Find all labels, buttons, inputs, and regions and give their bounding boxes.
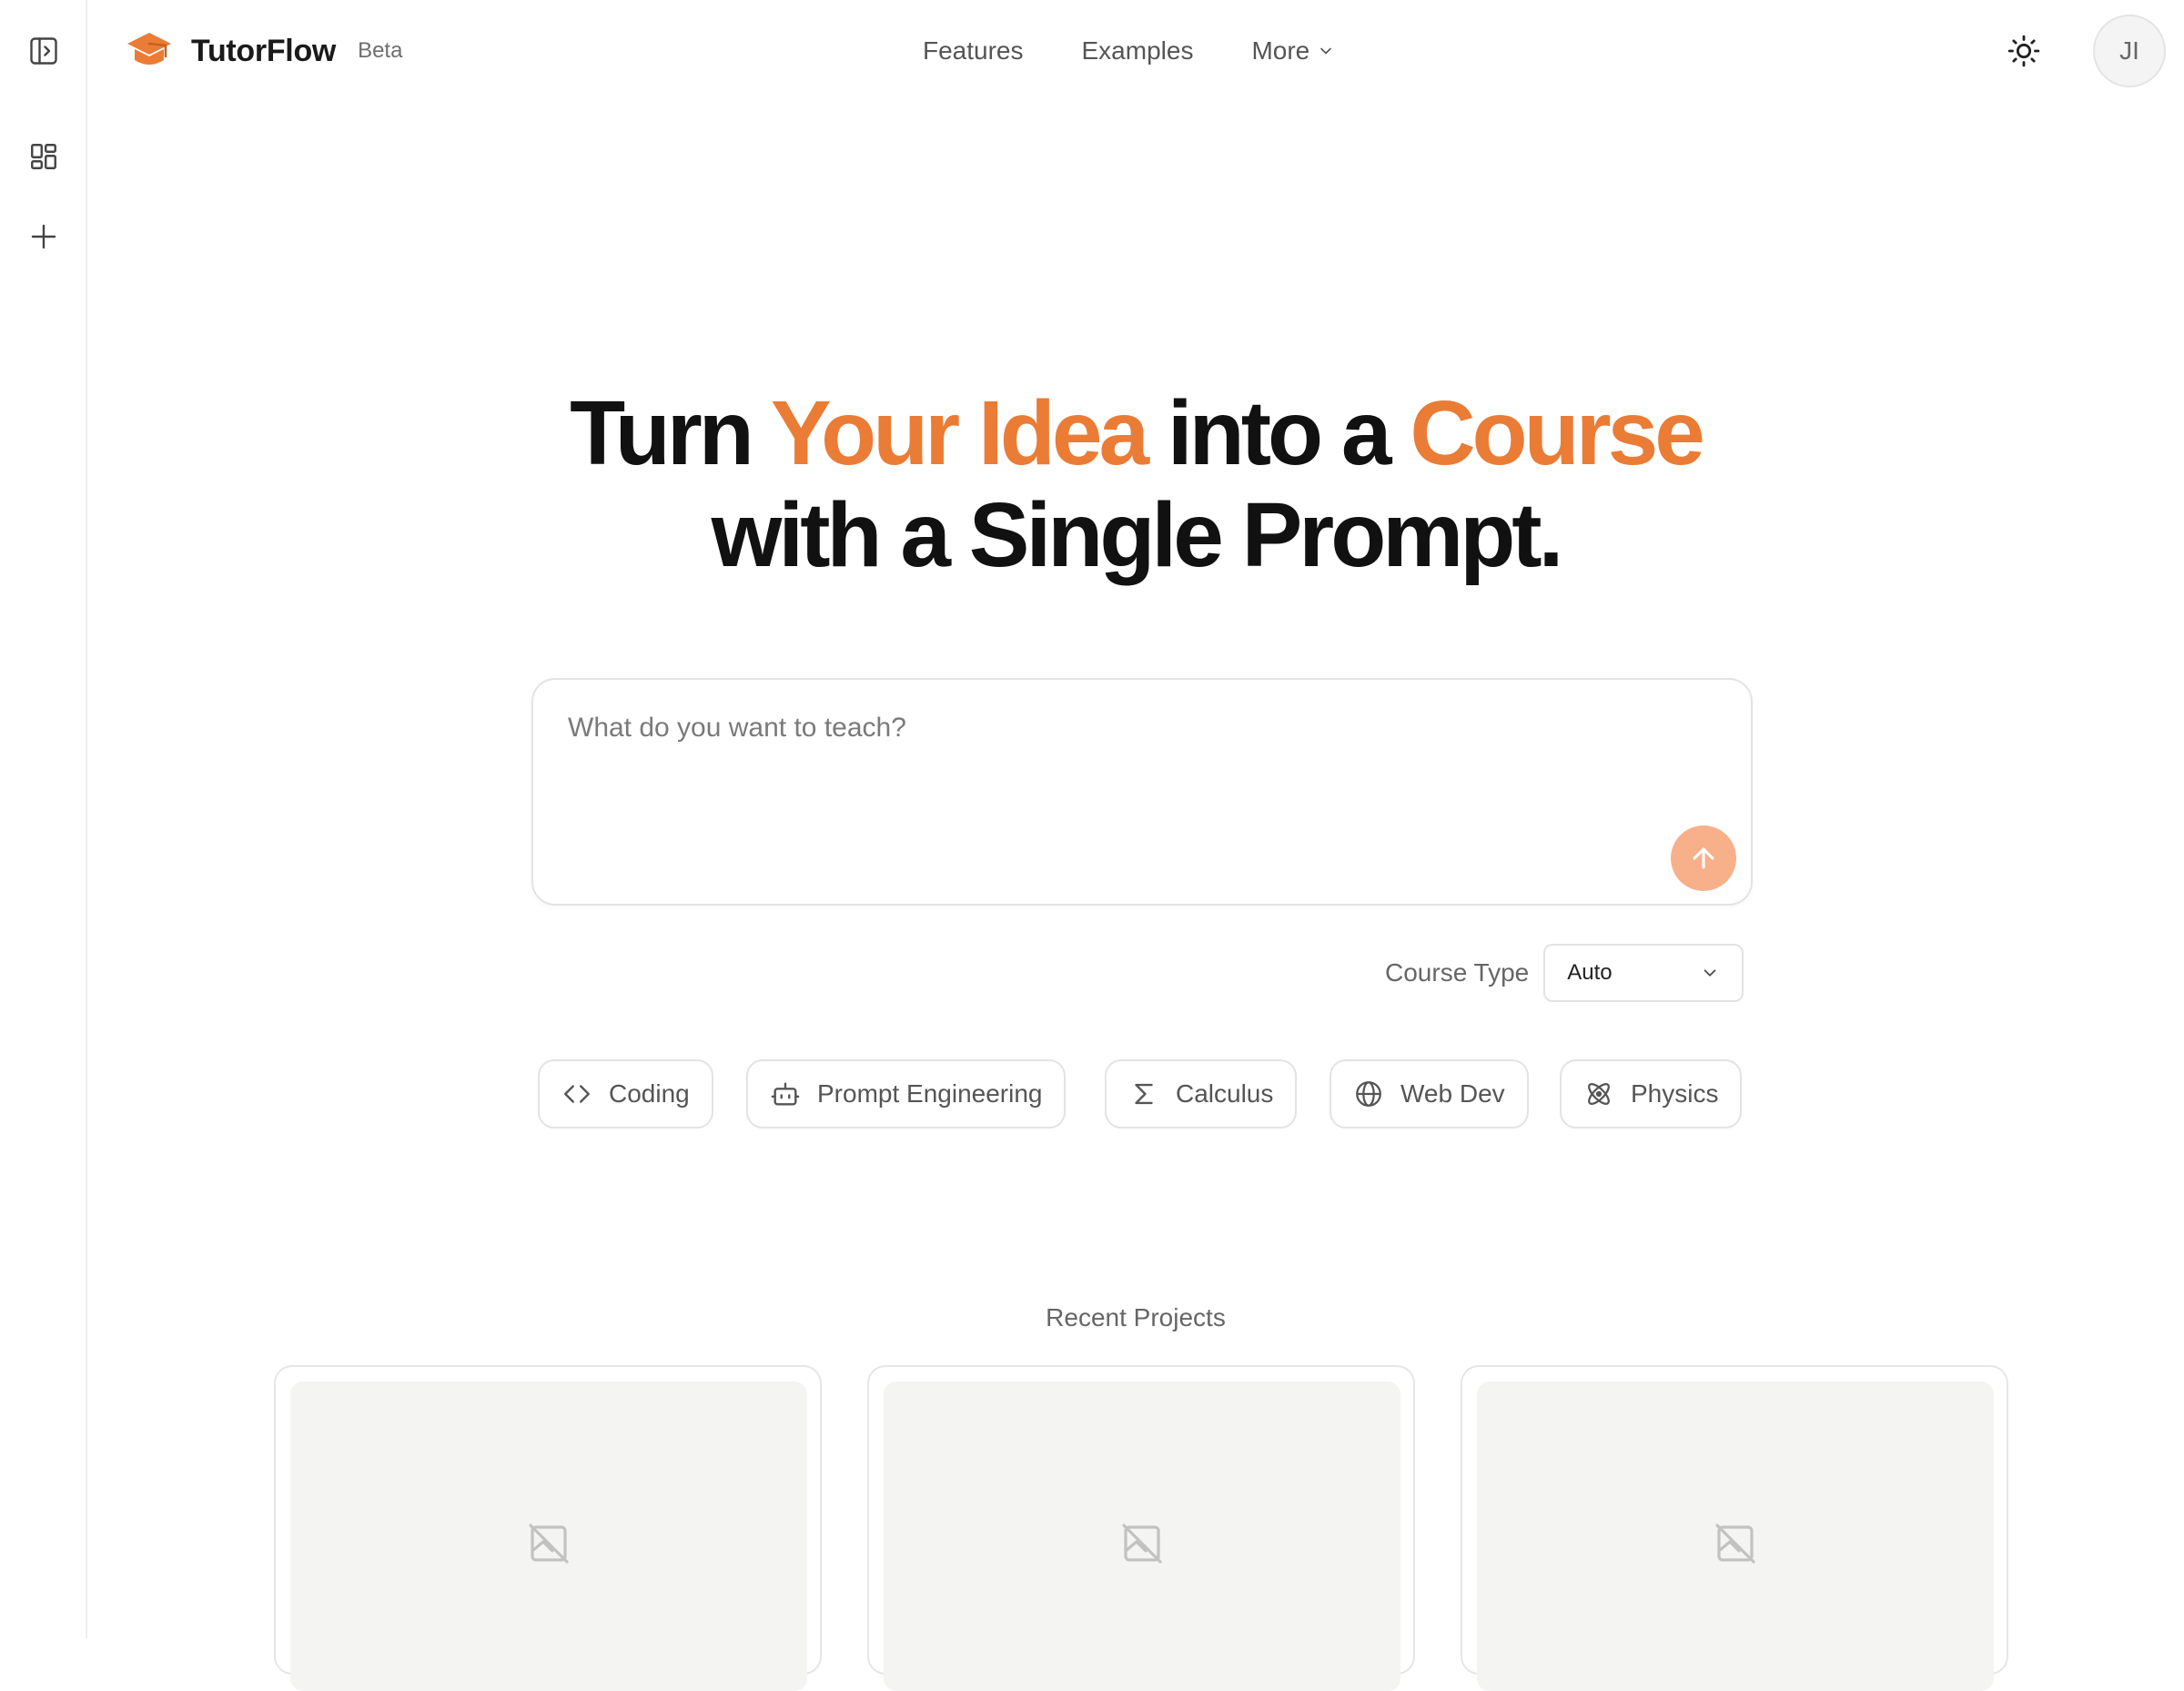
globe-icon	[1356, 1081, 1381, 1107]
prompt-input[interactable]	[568, 713, 1678, 831]
image-off-icon	[1715, 1524, 1755, 1564]
course-type-row: Course Type Auto	[1385, 944, 1744, 1002]
beta-badge: Beta	[358, 38, 403, 63]
left-rail	[0, 0, 87, 1638]
new-project-button[interactable]	[22, 215, 66, 258]
suggestion-chips: Coding Prompt Engineering Calculus Web D…	[0, 1059, 2184, 1129]
user-avatar[interactable]: JI	[2093, 15, 2166, 87]
chip-prompt-engineering[interactable]: Prompt Engineering	[746, 1059, 1067, 1129]
hero-heading: Turn Your Idea into a Course with a Sing…	[87, 382, 2184, 586]
course-type-value: Auto	[1567, 960, 1613, 985]
nav-examples-label: Examples	[1081, 36, 1194, 65]
project-card[interactable]	[867, 1365, 1415, 1691]
dashboard-icon	[31, 144, 56, 169]
chevron-down-icon	[1704, 969, 1716, 977]
send-button[interactable]	[1671, 825, 1736, 891]
hero-line-1: Turn Your Idea into a Course	[87, 382, 2184, 484]
project-thumbnail	[884, 1382, 1400, 1691]
plus-icon	[31, 224, 56, 249]
hero-text: into a	[1146, 382, 1410, 484]
chip-label: Coding	[609, 1079, 690, 1108]
brand-name: TutorFlow	[191, 33, 337, 68]
robot-icon	[771, 1082, 800, 1106]
prompt-box	[531, 678, 1753, 906]
main-nav: Features Examples More	[923, 27, 1393, 75]
sidebar-toggle-icon	[30, 37, 57, 65]
chevron-down-icon	[1320, 47, 1332, 55]
code-icon	[564, 1085, 590, 1103]
dashboard-button[interactable]	[22, 135, 66, 178]
nav-more-label: More	[1251, 36, 1310, 65]
hero-line-2: with a Single Prompt.	[711, 484, 1564, 586]
sun-icon	[2007, 35, 2040, 67]
chip-label: Web Dev	[1400, 1079, 1505, 1108]
sigma-icon	[1135, 1083, 1153, 1105]
project-thumbnail	[290, 1382, 807, 1691]
graduation-cap-icon	[127, 33, 171, 65]
chip-label: Prompt Engineering	[817, 1079, 1043, 1108]
brand[interactable]: TutorFlow Beta	[124, 25, 402, 76]
chip-calculus[interactable]: Calculus	[1105, 1059, 1298, 1129]
sidebar-toggle-button[interactable]	[22, 29, 66, 73]
project-card[interactable]	[1461, 1365, 2008, 1691]
atom-icon	[1588, 1083, 1610, 1105]
chip-label: Physics	[1631, 1079, 1719, 1108]
course-type-select[interactable]: Auto	[1543, 944, 1744, 1002]
hero-accent-text: Course	[1410, 382, 1705, 484]
chip-label: Calculus	[1176, 1079, 1274, 1108]
theme-toggle-button[interactable]	[2002, 29, 2046, 73]
hero-accent-text: Your Idea	[770, 382, 1149, 484]
project-card[interactable]	[274, 1365, 822, 1691]
nav-more[interactable]: More	[1251, 36, 1335, 66]
arrow-up-icon	[1693, 847, 1714, 869]
recent-projects-title: Recent Projects	[1046, 1303, 1226, 1332]
chip-physics[interactable]: Physics	[1560, 1059, 1743, 1129]
hero-text: Turn	[570, 382, 771, 484]
chip-coding[interactable]: Coding	[538, 1059, 713, 1129]
image-off-icon	[529, 1524, 569, 1564]
course-type-label: Course Type	[1385, 958, 1530, 987]
nav-features-label: Features	[923, 36, 1024, 65]
project-thumbnail	[1477, 1382, 1994, 1691]
chip-web-dev[interactable]: Web Dev	[1330, 1059, 1529, 1129]
image-off-icon	[1122, 1524, 1162, 1564]
nav-features[interactable]: Features	[923, 36, 1024, 66]
nav-examples[interactable]: Examples	[1082, 36, 1194, 66]
top-header: TutorFlow Beta Features Examples More JI	[87, 0, 2184, 102]
